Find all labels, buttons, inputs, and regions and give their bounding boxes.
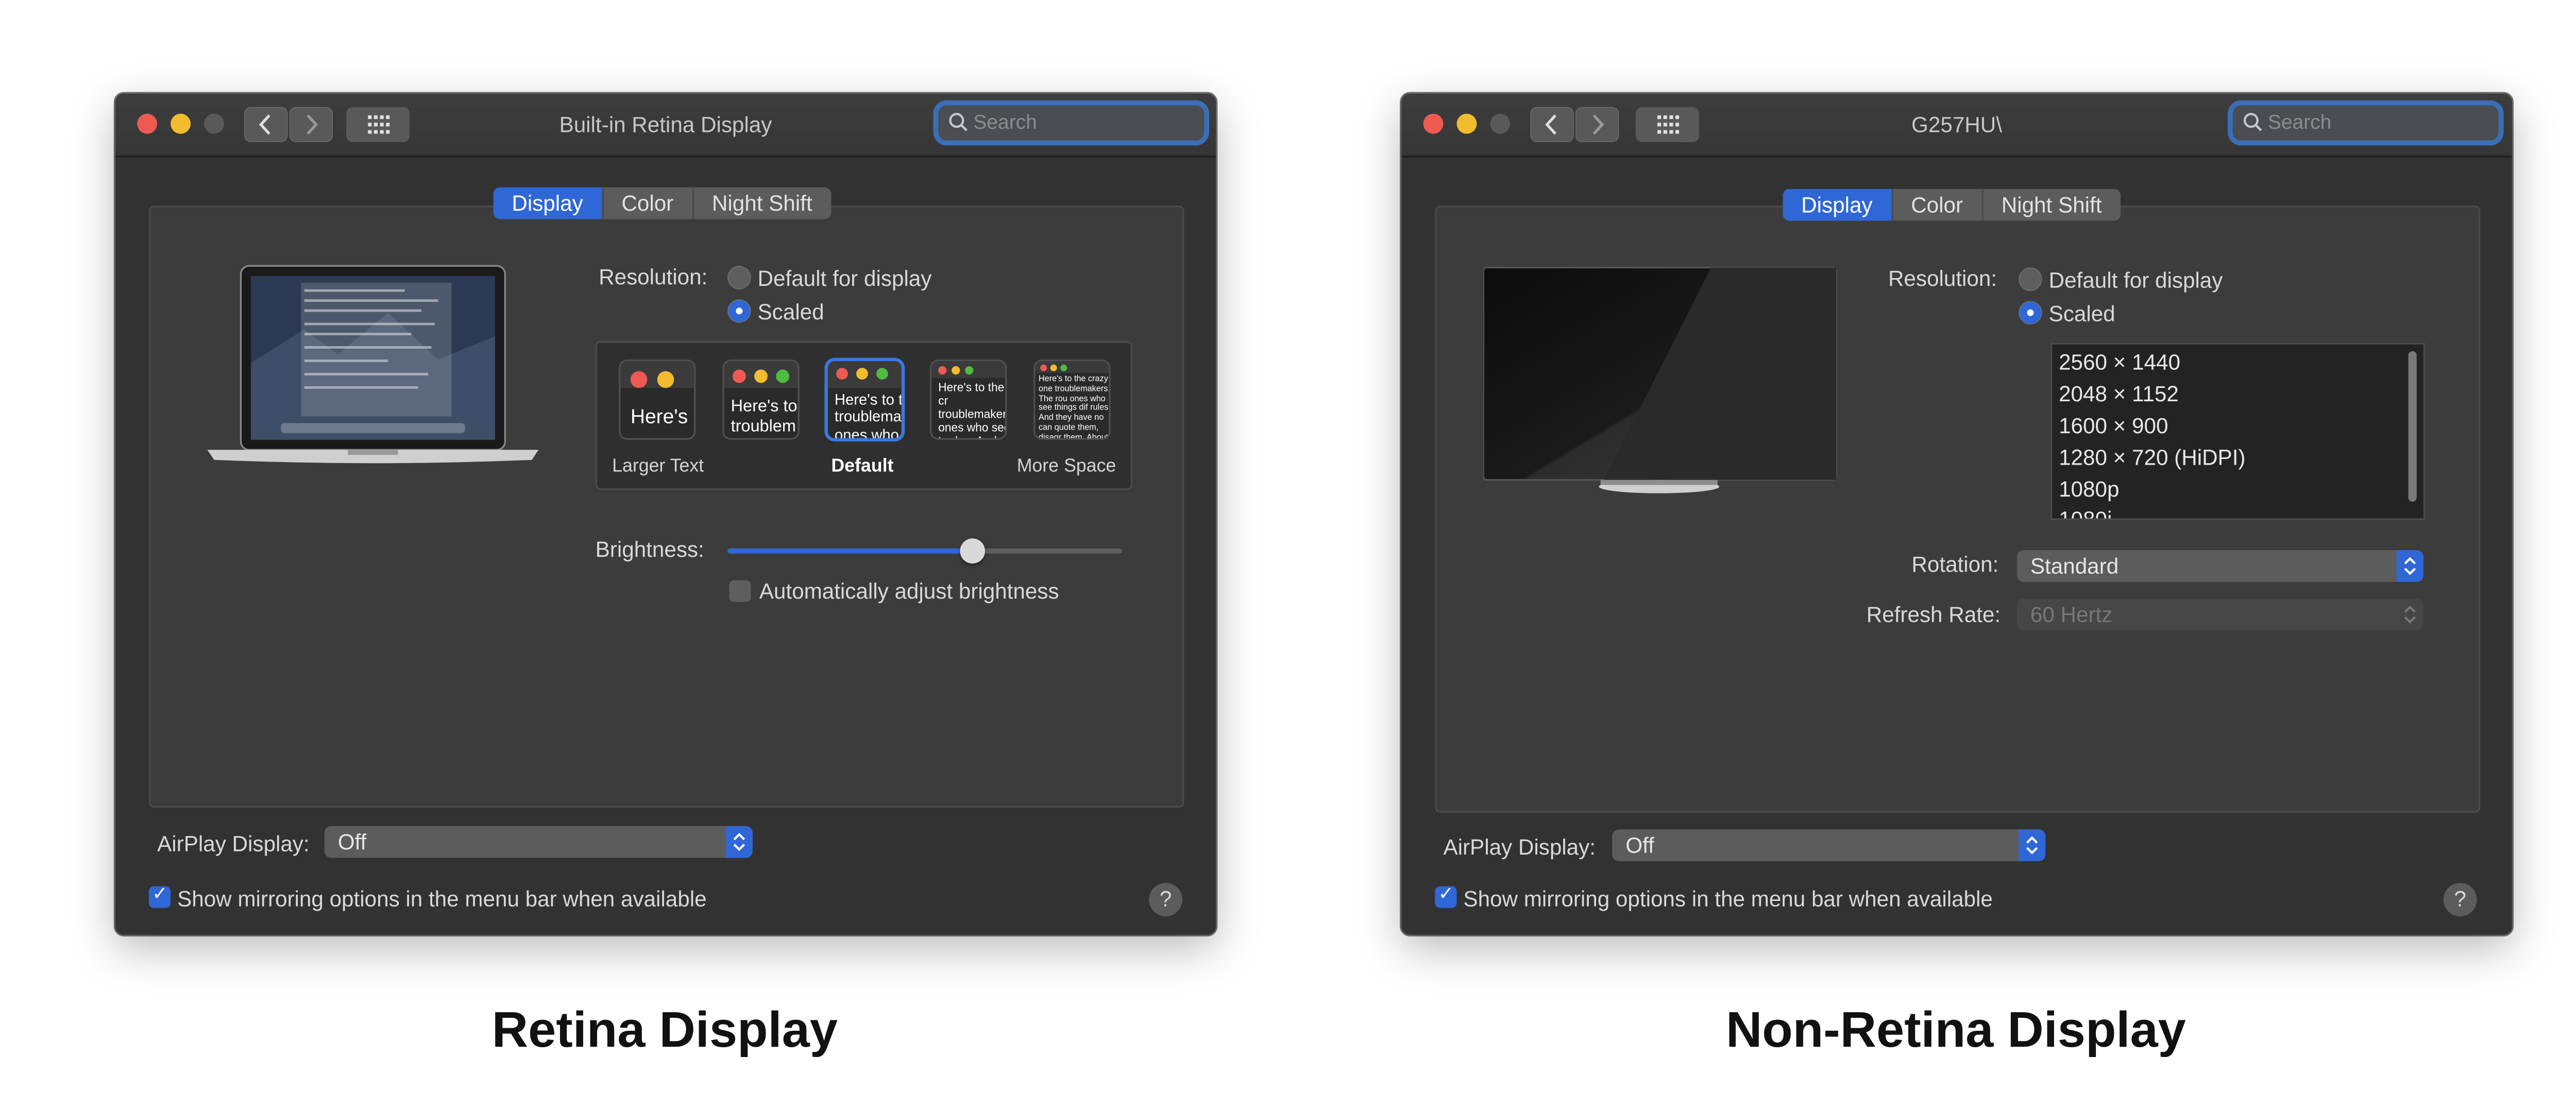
default-for-display-label: Default for display	[2048, 267, 2223, 293]
search-icon	[2243, 113, 2262, 131]
resolution-item[interactable]: 1080p	[2059, 476, 2119, 502]
resolution-label: Resolution:	[1888, 266, 1997, 291]
tab-night-shift[interactable]: Night Shift	[1983, 189, 2120, 221]
brightness-label: Brightness:	[595, 537, 704, 562]
brightness-slider-knob[interactable]	[959, 538, 985, 564]
resolution-item[interactable]: 1080i	[2059, 507, 2112, 519]
resolution-item[interactable]: 2048 × 1152	[2059, 381, 2179, 406]
radio-default-for-display[interactable]	[727, 266, 751, 289]
scale-options: Here's Here's to troublem Here's to t tr…	[595, 341, 1132, 490]
thumbnail-text: Here's to t troublema ones who	[834, 391, 902, 438]
more-space-label: More Space	[1016, 456, 1116, 477]
scale-option-4[interactable]: Here's to the cr troublemakers. ones who…	[931, 361, 1005, 438]
airplay-label: AirPlay Display:	[1443, 834, 1596, 860]
scale-option-more-space[interactable]: Here's to the crazy one troublemakers. T…	[1035, 361, 1109, 438]
thumbnail-text: Here's to the cr troublemakers. ones who…	[938, 383, 1005, 438]
larger-text-label: Larger Text	[612, 456, 704, 477]
resolution-item[interactable]: 1280 × 720 (HiDPI)	[2059, 445, 2245, 470]
search-placeholder: Search	[2267, 110, 2332, 134]
tab-night-shift[interactable]: Night Shift	[693, 188, 831, 219]
scale-option-default[interactable]: Here's to t troublema ones who	[827, 361, 902, 438]
caption-non-retina: Non-Retina Display	[1725, 1003, 2186, 1059]
airplay-label: AirPlay Display:	[157, 831, 310, 857]
refresh-rate-popup[interactable]: 60 Hertz	[2016, 599, 2424, 631]
macbook-image	[207, 265, 539, 464]
resolution-label: Resolution:	[599, 264, 708, 289]
radio-scaled[interactable]	[2019, 301, 2042, 325]
thumbnail-text: Here's	[630, 404, 688, 429]
search-field[interactable]: Search	[938, 105, 1205, 141]
mirroring-label: Show mirroring options in the menu bar w…	[1463, 886, 1993, 912]
mirroring-checkbox[interactable]	[1435, 883, 1457, 908]
auto-brightness-label: Automatically adjust brightness	[759, 578, 1059, 604]
thumbnail-text: Here's to troublem	[731, 398, 798, 436]
caption-retina: Retina Display	[492, 1003, 838, 1059]
radio-default-for-display[interactable]	[2019, 267, 2042, 291]
airplay-value: Off	[1625, 832, 1654, 858]
auto-brightness-checkbox[interactable]	[729, 580, 751, 602]
airplay-value: Off	[337, 829, 367, 855]
scaled-label: Scaled	[2048, 301, 2115, 327]
tab-display[interactable]: Display	[493, 187, 603, 219]
scrollbar[interactable]	[2408, 351, 2417, 502]
popup-arrows-icon	[725, 826, 753, 858]
rotation-value: Standard	[2030, 553, 2119, 579]
resolution-item[interactable]: 2560 × 1440	[2059, 349, 2180, 374]
tab-bar: Display Color Night Shift	[1783, 189, 2121, 221]
rotation-label: Rotation:	[1911, 552, 1999, 577]
search-icon	[949, 113, 968, 131]
brightness-slider[interactable]	[727, 548, 1123, 554]
tab-color[interactable]: Color	[1892, 189, 1984, 221]
tab-color[interactable]: Color	[603, 187, 694, 219]
airplay-popup[interactable]: Off	[1612, 829, 2046, 861]
title-bar: Built-in Retina Display Search	[115, 93, 1216, 158]
radio-scaled[interactable]	[727, 299, 751, 323]
tab-bar: Display Color Night Shift	[493, 187, 831, 219]
scale-option-larger-text[interactable]: Here's	[620, 361, 694, 438]
scaled-label: Scaled	[757, 299, 824, 325]
refresh-rate-label: Refresh Rate:	[1866, 602, 2001, 627]
rotation-popup[interactable]: Standard	[2016, 550, 2424, 582]
default-label: Default	[831, 456, 894, 477]
title-bar: G257HU\ Search	[1401, 93, 2512, 158]
help-button[interactable]: ?	[1149, 882, 1183, 916]
help-button[interactable]: ?	[2443, 882, 2477, 916]
right-preferences-window: G257HU\ Search Display Color Night Shift…	[1401, 93, 2512, 935]
thumbnail-text: Here's to the crazy one troublemakers. T…	[1038, 374, 1109, 438]
monitor-image	[1483, 266, 1837, 493]
popup-arrows-icon	[2397, 599, 2424, 631]
resolution-list[interactable]: 2560 × 1440 2048 × 1152 1600 × 900 1280 …	[2050, 343, 2425, 520]
popup-arrows-icon	[2396, 550, 2424, 582]
tab-display[interactable]: Display	[1783, 189, 1893, 221]
refresh-rate-value: 60 Hertz	[2030, 602, 2113, 627]
default-for-display-label: Default for display	[757, 266, 932, 291]
search-placeholder: Search	[973, 110, 1037, 134]
search-field[interactable]: Search	[2232, 105, 2499, 141]
popup-arrows-icon	[2019, 829, 2046, 861]
left-preferences-window: Built-in Retina Display Search Display C…	[115, 93, 1216, 935]
airplay-popup[interactable]: Off	[324, 826, 753, 858]
resolution-item[interactable]: 1600 × 900	[2059, 413, 2168, 438]
mirroring-label: Show mirroring options in the menu bar w…	[177, 886, 707, 912]
scale-option-2[interactable]: Here's to troublem	[724, 361, 798, 438]
mirroring-checkbox[interactable]	[148, 883, 171, 908]
